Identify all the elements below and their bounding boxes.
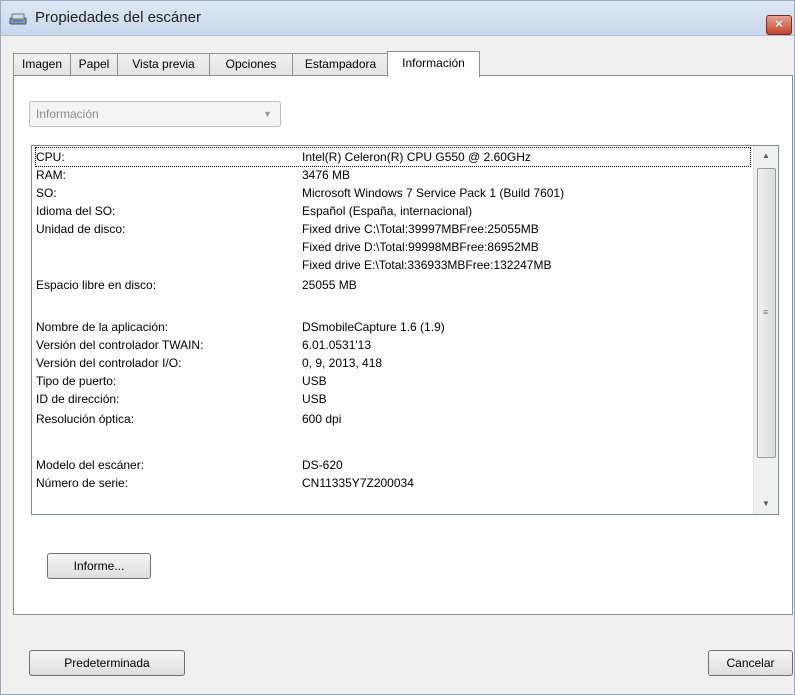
- info-category-select[interactable]: Información ▼: [29, 101, 281, 127]
- report-button[interactable]: Informe...: [47, 553, 151, 579]
- info-value: Microsoft Windows 7 Service Pack 1 (Buil…: [302, 186, 565, 200]
- info-value: USB: [302, 374, 327, 388]
- info-value: Intel(R) Celeron(R) CPU G550 @ 2.60GHz: [302, 150, 531, 164]
- info-label: Espacio libre en disco:: [36, 278, 157, 292]
- tab-estampadora[interactable]: Estampadora: [292, 53, 389, 75]
- chevron-down-icon: ▼: [263, 109, 272, 119]
- close-button[interactable]: ✕: [766, 15, 792, 35]
- info-category-value: Información: [36, 107, 99, 121]
- scanner-icon: [9, 9, 27, 27]
- info-value: 6.01.0531'13: [302, 338, 372, 352]
- info-value: Español (España, internacional): [302, 204, 473, 218]
- close-icon: ✕: [773, 17, 785, 31]
- info-value: Fixed drive E:\Total:336933MBFree:132247…: [302, 258, 552, 272]
- info-value: CN11335Y7Z200034: [302, 476, 414, 490]
- info-value: DSmobileCapture 1.6 (1.9): [302, 320, 445, 334]
- info-label: Resolución óptica:: [36, 412, 135, 426]
- info-label: Tipo de puerto:: [36, 374, 117, 388]
- info-label: Nombre de la aplicación:: [36, 320, 169, 334]
- info-value: 3476 MB: [302, 168, 351, 182]
- info-value: USB: [302, 392, 327, 406]
- grip-icon: ≡: [763, 307, 769, 317]
- tab-papel[interactable]: Papel: [70, 53, 118, 75]
- info-value: Fixed drive C:\Total:39997MBFree:25055MB: [302, 222, 539, 236]
- info-label: Unidad de disco:: [36, 222, 126, 236]
- scrollbar-thumb[interactable]: ≡: [757, 168, 776, 458]
- tab-opciones[interactable]: Opciones: [209, 53, 293, 75]
- scanner-properties-dialog: Propiedades del escáner ✕ Imagen Papel V…: [0, 0, 795, 695]
- info-label: Versión del controlador I/O:: [36, 356, 182, 370]
- vertical-scrollbar[interactable]: ▲ ≡ ▼: [753, 146, 778, 514]
- info-label: Número de serie:: [36, 476, 129, 490]
- scroll-down-icon[interactable]: ▼: [754, 494, 778, 514]
- scroll-up-icon[interactable]: ▲: [754, 146, 778, 166]
- tab-imagen[interactable]: Imagen: [13, 53, 71, 75]
- window-title: Propiedades del escáner: [35, 9, 201, 26]
- default-button[interactable]: Predeterminada: [29, 650, 185, 676]
- info-row[interactable]: CPU: Intel(R) Celeron(R) CPU G550 @ 2.60G…: [35, 147, 751, 167]
- info-label: RAM:: [36, 168, 66, 182]
- info-value: DS-620: [302, 458, 343, 472]
- info-value: 600 dpi: [302, 412, 342, 426]
- cancel-button[interactable]: Cancelar: [708, 650, 793, 676]
- info-label: Versión del controlador TWAIN:: [36, 338, 204, 352]
- info-value: Fixed drive D:\Total:99998MBFree:86952MB: [302, 240, 539, 254]
- info-label: Idioma del SO:: [36, 204, 116, 218]
- system-info-list[interactable]: CPU: Intel(R) Celeron(R) CPU G550 @ 2.60G…: [31, 145, 779, 515]
- tab-vista-previa[interactable]: Vista previa: [117, 53, 210, 75]
- info-value: 0, 9, 2013, 418: [302, 356, 383, 370]
- tab-informacion[interactable]: Información: [387, 51, 480, 77]
- info-label: SO:: [36, 186, 57, 200]
- info-value: 25055 MB: [302, 278, 357, 292]
- info-label: ID de dirección:: [36, 392, 120, 406]
- info-label: Modelo del escáner:: [36, 458, 145, 472]
- title-bar: Propiedades del escáner ✕: [1, 1, 794, 36]
- info-label: CPU:: [36, 150, 65, 164]
- info-rows: CPU: Intel(R) Celeron(R) CPU G550 @ 2.60G…: [32, 146, 754, 514]
